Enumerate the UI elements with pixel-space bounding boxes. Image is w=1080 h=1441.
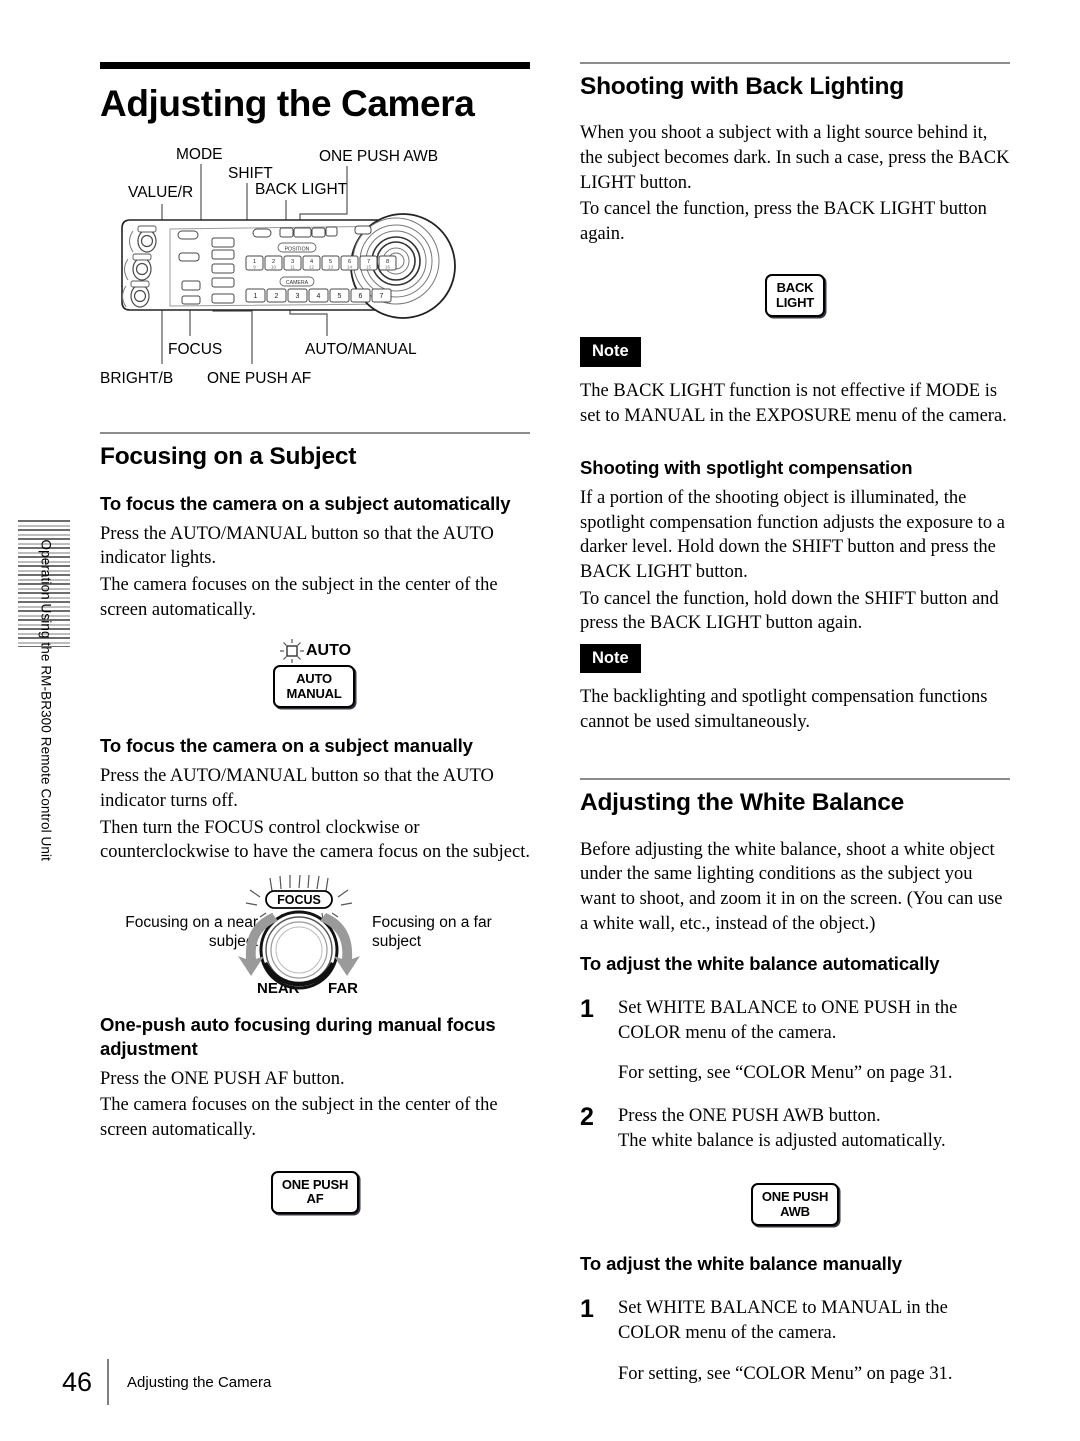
svg-text:POSITION: POSITION	[285, 247, 310, 253]
svg-text:14: 14	[347, 265, 352, 270]
focus-dial-artwork: FOCUS	[238, 874, 360, 990]
page-footer: 46 Adjusting the Camera	[62, 1359, 271, 1405]
figure-back-light-key: BACK LIGHT	[580, 274, 1010, 318]
footer-section-title: Adjusting the Camera	[127, 1373, 272, 1391]
heading-focus-automatically: To focus the camera on a subject automat…	[100, 492, 511, 514]
wb-auto-step-2: 2 Press the ONE PUSH AWB button. The whi…	[580, 1104, 1010, 1153]
note-text-spotlight: The backlighting and spotlight compensat…	[580, 687, 988, 732]
title-rule	[100, 62, 530, 69]
right-column: Shooting with Back Lighting When you sho…	[580, 62, 1010, 1404]
one-push-af-button-graphic[interactable]: ONE PUSH AF	[270, 1170, 360, 1214]
heading-white-balance-automatically: To adjust the white balance automaticall…	[580, 953, 940, 975]
focus-manual-paragraph-1: Press the AUTO/MANUAL button so that the…	[100, 766, 494, 811]
svg-text:10: 10	[271, 265, 276, 270]
focus-auto-paragraph-1: Press the AUTO/MANUAL button so that the…	[100, 523, 494, 569]
spotlight-paragraph-1: If a portion of the shooting object is i…	[580, 488, 1005, 582]
heading-spotlight-compensation: Shooting with spotlight compensation	[580, 457, 913, 479]
wb-auto-step-1: 1 Set WHITE BALANCE to ONE PUSH in the C…	[580, 996, 1010, 1045]
figure-one-push-af-key: ONE PUSH AF	[100, 1170, 530, 1214]
wb-auto-step-1-note: For setting, see “COLOR Menu” on page 31…	[618, 1063, 953, 1084]
back-light-button-graphic[interactable]: BACK LIGHT	[765, 274, 825, 318]
svg-text:2: 2	[275, 293, 279, 300]
control-unit-diagram: VALUE/R MODE SHIFT BACK LIGHT ONE PUSH A…	[100, 136, 530, 406]
one-push-awb-button-graphic[interactable]: ONE PUSH AWB	[750, 1183, 840, 1227]
note-badge-spotlight: Note	[580, 643, 641, 674]
wb-manual-step-1: 1 Set WHITE BALANCE to MANUAL in the COL…	[580, 1296, 1010, 1345]
svg-text:6: 6	[359, 293, 363, 300]
note-badge-backlight: Note	[580, 337, 641, 367]
left-column: Adjusting the Camera VALUE/R MODE SHIFT …	[100, 62, 530, 1214]
svg-text:3: 3	[296, 293, 300, 300]
footer-divider	[107, 1359, 110, 1405]
svg-text:7: 7	[380, 293, 384, 300]
manual-page: Operation Using the RM-BR300 Remote Cont…	[0, 0, 1080, 1441]
backlight-paragraph-2: To cancel the function, press the BACK L…	[580, 199, 987, 244]
wb-manual-step-1-number: 1	[580, 1295, 594, 1324]
heading-white-balance-manually: To adjust the white balance manually	[580, 1253, 902, 1275]
wb-manual-step-1-text: Set WHITE BALANCE to MANUAL in the COLOR…	[618, 1298, 948, 1343]
page-title: Adjusting the Camera	[100, 83, 475, 124]
white-balance-intro: Before adjusting the white balance, shoo…	[580, 839, 1003, 934]
spotlight-paragraph-2: To cancel the function, hold down the SH…	[580, 588, 999, 634]
svg-text:4: 4	[317, 293, 321, 300]
figure-focus-dial: Focusing on a near subject Focusing on a…	[100, 873, 530, 999]
heading-shooting-with-back-lighting: Shooting with Back Lighting	[580, 73, 904, 100]
note-text-backlight: The BACK LIGHT function is not effective…	[580, 380, 1007, 426]
svg-text:CAMERA: CAMERA	[286, 280, 309, 286]
wb-manual-step-1-note: For setting, see “COLOR Menu” on page 31…	[618, 1363, 953, 1384]
svg-text:11: 11	[290, 265, 295, 270]
svg-text:1: 1	[254, 293, 258, 300]
focus-manual-paragraph-2: Then turn the FOCUS control clockwise or…	[100, 817, 530, 863]
heading-focusing-on-a-subject: Focusing on a Subject	[100, 443, 357, 471]
one-push-af-paragraph-1: Press the ONE PUSH AF button.	[100, 1068, 345, 1089]
backlight-paragraph-1: When you shoot a subject with a light so…	[580, 123, 1010, 193]
svg-text:13: 13	[328, 265, 333, 270]
wb-auto-step-1-text: Set WHITE BALANCE to ONE PUSH in the COL…	[618, 998, 958, 1043]
focus-auto-paragraph-2: The camera focuses on the subject in the…	[100, 575, 498, 620]
figure-auto-manual-key: AUTO AUTO MANUAL	[100, 638, 530, 709]
svg-text:15: 15	[366, 265, 371, 270]
figure-one-push-awb-key: ONE PUSH AWB	[580, 1183, 1010, 1227]
auto-indicator-label: AUTO	[305, 642, 352, 660]
focusing-section-rule	[100, 432, 530, 435]
one-push-af-paragraph-2: The camera focuses on the subject in the…	[100, 1095, 498, 1141]
white-balance-section-rule	[580, 778, 1010, 781]
page-number: 46	[62, 1366, 93, 1397]
light-burst-icon	[279, 638, 305, 664]
heading-one-push-auto-focus: One-push auto focusing during manual foc…	[100, 1013, 496, 1059]
wb-auto-step-2-text: Press the ONE PUSH AWB button. The white…	[618, 1106, 946, 1151]
auto-indicator-graphic: AUTO	[100, 638, 530, 664]
svg-text:5: 5	[338, 293, 342, 300]
wb-auto-step-2-number: 2	[580, 1103, 594, 1132]
auto-manual-button-graphic[interactable]: AUTO MANUAL	[273, 665, 355, 709]
heading-focus-manually: To focus the camera on a subject manuall…	[100, 735, 473, 757]
side-tab-label: Operation Using the RM-BR300 Remote Cont…	[38, 539, 54, 861]
svg-text:16: 16	[385, 265, 390, 270]
svg-text:12: 12	[309, 265, 314, 270]
heading-adjusting-the-white-balance: Adjusting the White Balance	[580, 789, 905, 817]
control-unit-artwork: POSITION 12 34 56 78 9 10 11 12 13 14 15…	[121, 164, 456, 365]
backlight-section-rule	[580, 62, 1010, 64]
wb-auto-step-1-number: 1	[580, 995, 594, 1024]
svg-text:FOCUS: FOCUS	[277, 893, 321, 907]
side-tab: Operation Using the RM-BR300 Remote Cont…	[18, 520, 70, 1150]
